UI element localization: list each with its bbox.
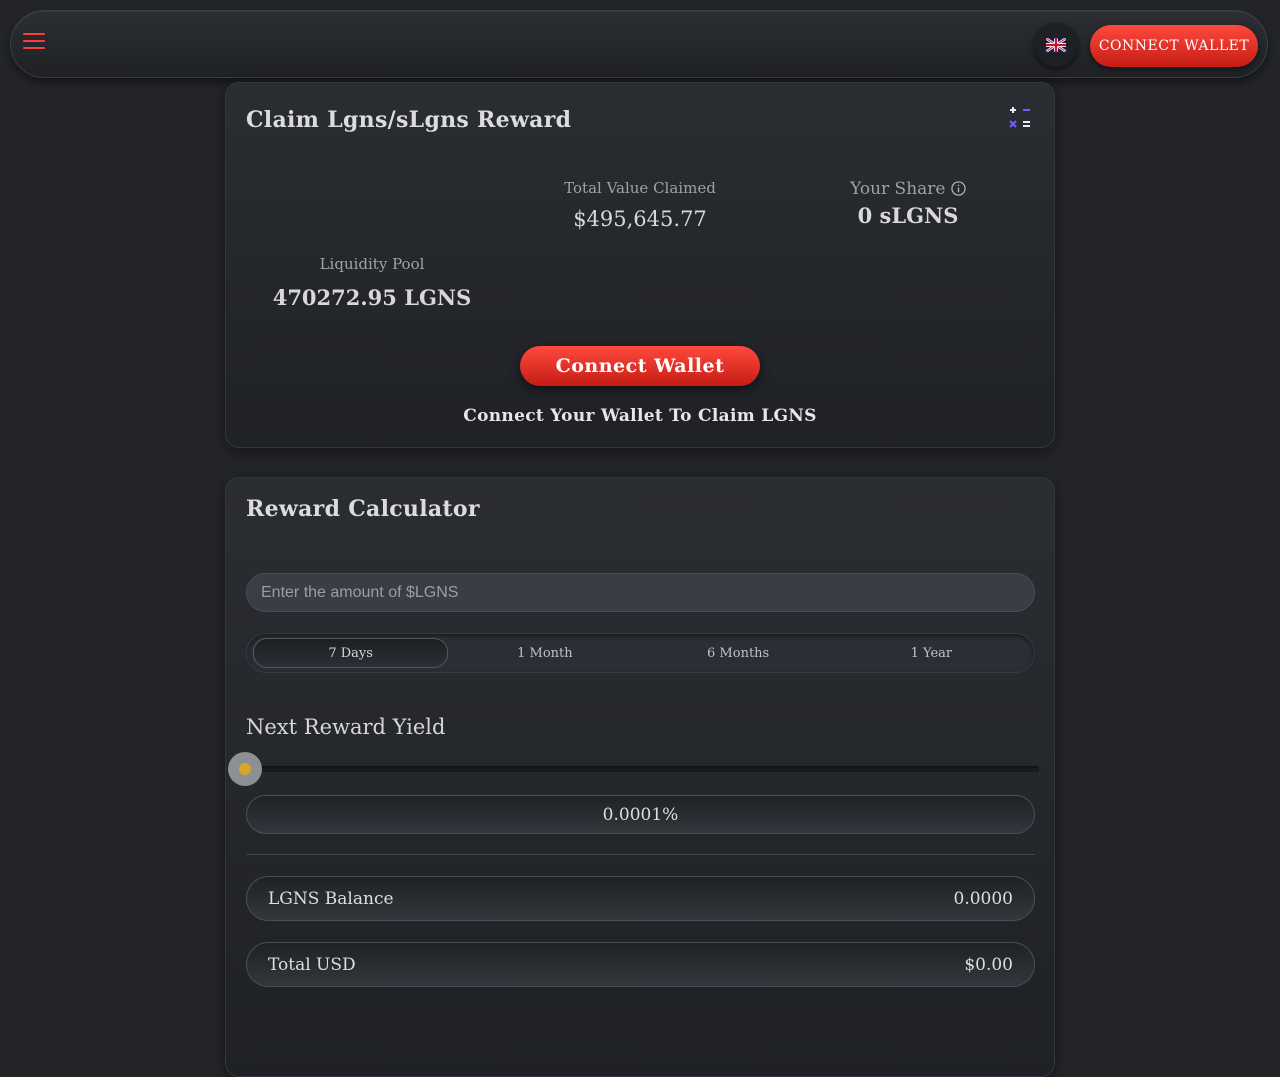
lgns-balance-label: LGNS Balance xyxy=(268,888,394,909)
lgns-balance-row: LGNS Balance 0.0000 xyxy=(246,876,1035,921)
claim-reward-card: Claim Lgns/sLgns Reward Total Value Clai… xyxy=(225,82,1055,448)
hamburger-menu-icon[interactable] xyxy=(23,33,45,53)
period-tab-7-days[interactable]: 7 Days xyxy=(253,638,449,668)
period-tab-6-months[interactable]: 6 Months xyxy=(642,639,835,667)
liquidity-pool-stat: Liquidity Pool 470272.95 LGNS xyxy=(262,255,482,310)
total-usd-label: Total USD xyxy=(268,954,356,975)
your-share-label-text: Your Share xyxy=(850,179,946,199)
total-usd-row: Total USD $0.00 xyxy=(246,942,1035,987)
claim-card-title: Claim Lgns/sLgns Reward xyxy=(246,107,572,133)
total-usd-value: $0.00 xyxy=(964,954,1013,975)
reward-yield-value: 0.0001% xyxy=(246,795,1035,834)
connect-wallet-note: Connect Your Wallet To Claim LGNS xyxy=(463,406,817,426)
calculator-icon xyxy=(1009,107,1030,128)
reward-calculator-title: Reward Calculator xyxy=(246,496,480,522)
lgns-amount-input[interactable] xyxy=(246,573,1035,612)
info-icon[interactable] xyxy=(951,181,966,196)
total-value-claimed-stat: Total Value Claimed $495,645.77 xyxy=(540,179,740,231)
your-share-label: Your Share xyxy=(808,179,1008,199)
liquidity-pool-value: 470272.95 LGNS xyxy=(272,285,472,310)
next-reward-yield-label: Next Reward Yield xyxy=(246,715,446,739)
connect-wallet-button[interactable]: Connect Wallet xyxy=(520,346,760,386)
period-tab-1-month[interactable]: 1 Month xyxy=(448,639,641,667)
total-value-claimed-value: $495,645.77 xyxy=(573,207,707,231)
divider xyxy=(246,854,1035,855)
uk-flag-icon xyxy=(1046,38,1066,52)
period-tab-1-year[interactable]: 1 Year xyxy=(835,639,1028,667)
top-navigation-bar: CONNECT WALLET xyxy=(10,10,1268,78)
reward-yield-slider-track[interactable] xyxy=(246,766,1039,772)
your-share-stat: Your Share 0 sLGNS xyxy=(808,179,1008,228)
reward-yield-slider-thumb[interactable] xyxy=(228,752,262,786)
reward-calculator-card: Reward Calculator 7 Days 1 Month 6 Month… xyxy=(225,477,1055,1077)
your-share-value: 0 sLGNS xyxy=(857,203,959,228)
total-value-claimed-label: Total Value Claimed xyxy=(564,179,716,197)
liquidity-pool-label: Liquidity Pool xyxy=(319,255,425,273)
period-selector: 7 Days 1 Month 6 Months 1 Year xyxy=(246,633,1035,673)
connect-wallet-header-button[interactable]: CONNECT WALLET xyxy=(1090,25,1258,67)
language-selector-button[interactable] xyxy=(1034,23,1078,67)
lgns-balance-value: 0.0000 xyxy=(953,888,1013,909)
